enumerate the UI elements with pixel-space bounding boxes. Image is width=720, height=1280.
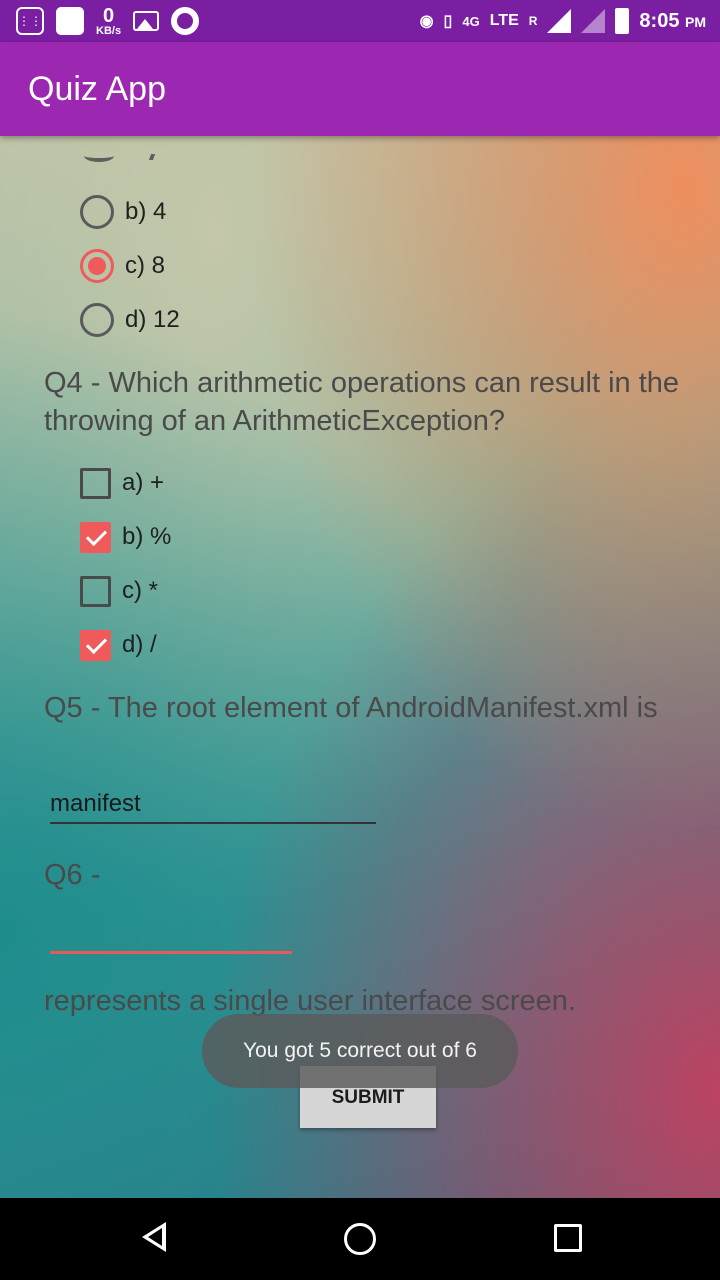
radio-partial-icon: [84, 150, 114, 162]
q3-option-d-label: d) 12: [125, 306, 180, 333]
q5-question: Q5 - The root element of AndroidManifest…: [44, 692, 658, 724]
roaming-label: R: [528, 14, 538, 28]
q6-answer-field[interactable]: [50, 914, 292, 954]
q3-option-c-label: c) 8: [125, 252, 166, 279]
q3-option-b-label: b) 4: [125, 198, 167, 225]
partial-label: [148, 154, 156, 160]
vibrate-icon: ▯: [443, 13, 453, 30]
q4-option-a-label: a) +: [122, 469, 165, 496]
radio-icon[interactable]: [80, 195, 114, 229]
lte-label: LTE: [489, 12, 519, 29]
signal-empty-icon: [581, 9, 606, 33]
image-icon: [133, 11, 160, 31]
q5-answer-value: manifest: [50, 790, 141, 817]
radio-selected-icon[interactable]: [80, 249, 114, 283]
clock-ampm: PM: [685, 13, 706, 30]
q4-option-a[interactable]: a) +: [80, 463, 164, 503]
network-speed: 0 KB/s: [96, 6, 121, 37]
recent-apps-icon[interactable]: [554, 1224, 582, 1252]
q3-option-c[interactable]: c) 8: [80, 246, 165, 286]
clock-time: 8:05: [639, 9, 680, 32]
home-icon[interactable]: [344, 1223, 376, 1255]
navigation-bar: [0, 1198, 720, 1280]
sync-icon: [171, 7, 200, 35]
q4-question: Q4 - Which arithmetic operations can res…: [44, 367, 680, 437]
q4-option-c[interactable]: c) *: [80, 571, 158, 611]
status-bar: ⋮⋮ 0 KB/s ◉ ▯ 4G LTE R 8:05 PM: [0, 0, 720, 42]
q4-option-c-label: c) *: [122, 577, 158, 604]
app-bar: Quiz App: [0, 42, 720, 136]
app-title: Quiz App: [28, 70, 166, 108]
checkbox-icon[interactable]: [80, 575, 111, 607]
checkbox-checked-icon[interactable]: [80, 629, 111, 661]
hotspot-icon: ◉: [419, 13, 434, 30]
checkbox-checked-icon[interactable]: [80, 521, 111, 553]
speed-value: 0: [102, 4, 115, 27]
network-type: 4G: [462, 13, 480, 29]
clock: 8:05 PM: [639, 10, 706, 33]
radio-icon[interactable]: [80, 303, 114, 337]
q3-option-d[interactable]: d) 12: [80, 300, 180, 340]
q4-option-d-label: d) /: [122, 631, 157, 658]
back-icon[interactable]: [142, 1222, 166, 1252]
quiz-content[interactable]: b) 4 c) 8 d) 12 Q4 - Which arithmetic op…: [0, 136, 720, 1198]
signal-icon: [547, 9, 572, 33]
result-toast: You got 5 correct out of 6: [202, 1014, 518, 1088]
checkbox-icon[interactable]: [80, 467, 111, 499]
q4-option-d[interactable]: d) /: [80, 625, 157, 665]
q4-option-b-label: b) %: [122, 523, 172, 550]
q5-answer-field[interactable]: manifest: [50, 784, 376, 824]
battery-icon: [615, 8, 630, 34]
q3-option-b[interactable]: b) 4: [80, 192, 166, 232]
speed-unit: KB/s: [96, 24, 122, 37]
notification-icon: [56, 7, 84, 35]
app-grid-icon: ⋮⋮: [16, 7, 44, 35]
q4-option-b[interactable]: b) %: [80, 517, 171, 557]
q6-question: Q6 -: [44, 859, 101, 891]
